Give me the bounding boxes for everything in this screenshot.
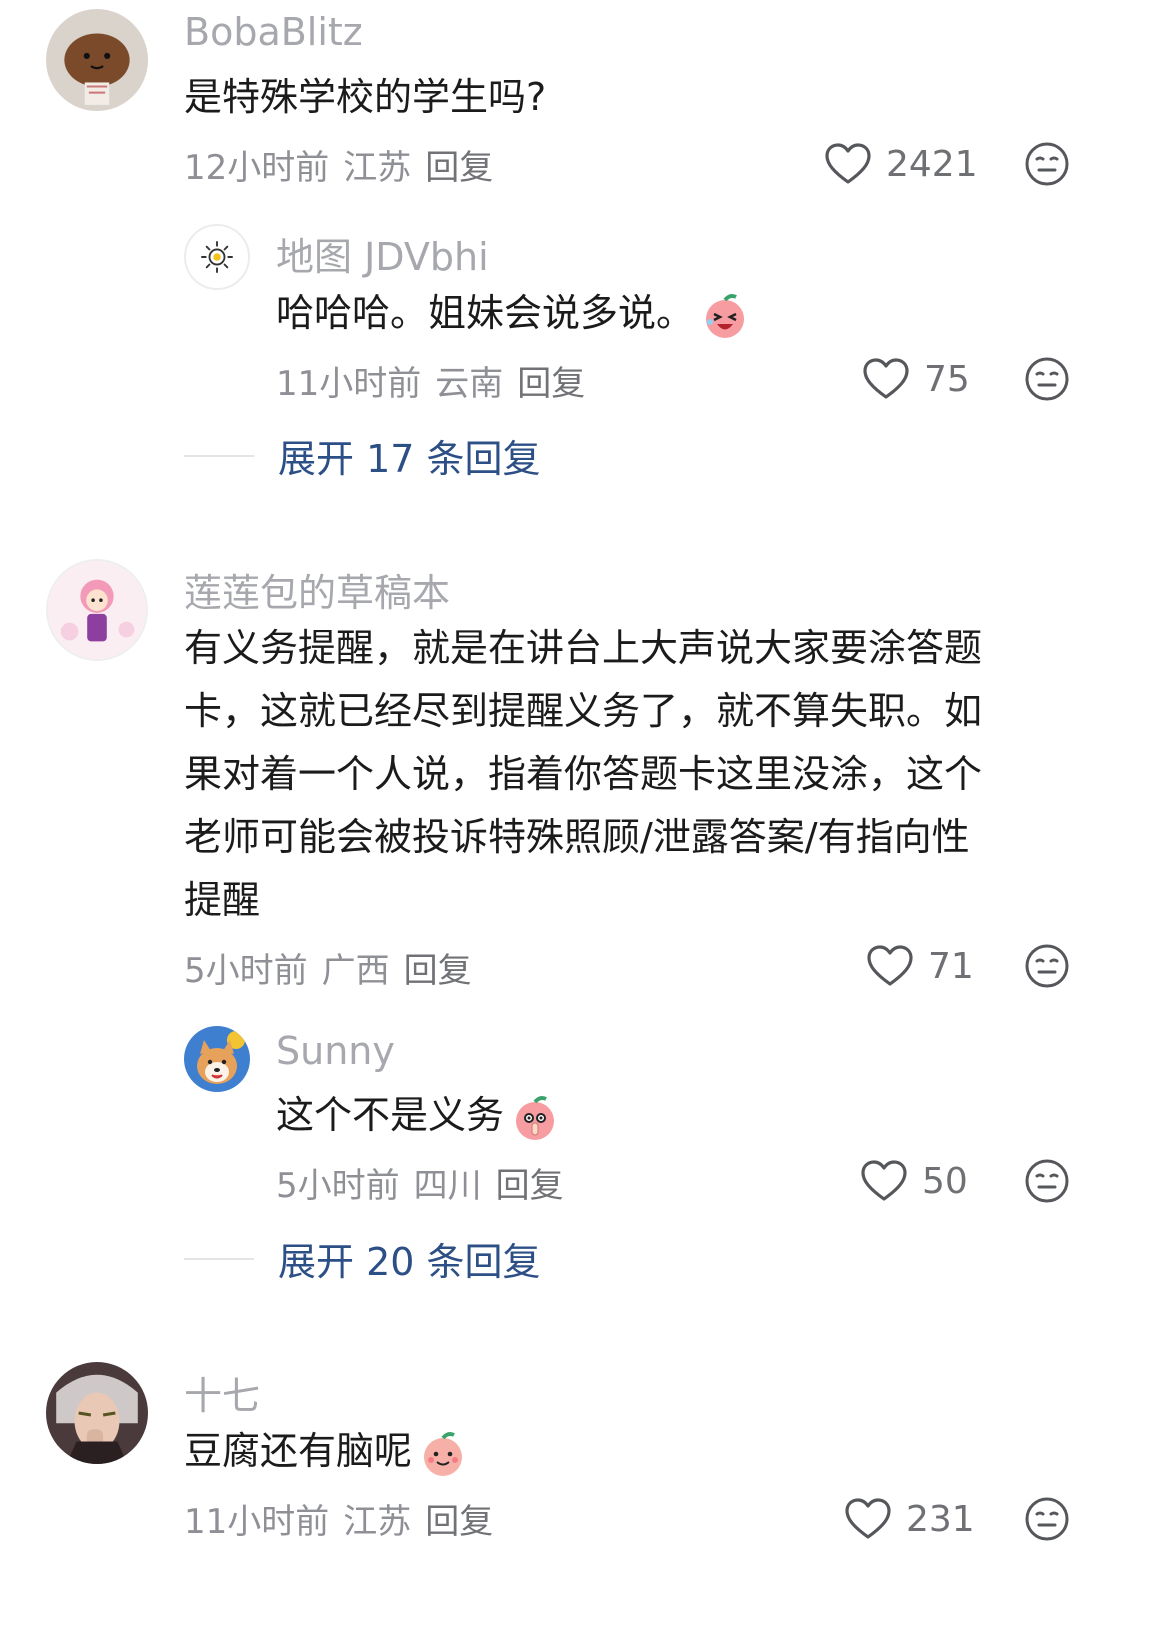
comment-username[interactable]: BobaBlitz: [184, 10, 363, 54]
smiling-peach-emoji: [418, 1429, 468, 1479]
reply-button[interactable]: 回复: [496, 1166, 564, 1206]
reply-username[interactable]: 地图 JDVbhi: [276, 226, 489, 281]
meh-face-icon: [1025, 357, 1069, 401]
reply-button[interactable]: 回复: [404, 951, 472, 991]
heart-icon: [863, 358, 909, 399]
like-button[interactable]: 75: [862, 354, 970, 404]
like-button[interactable]: 231: [844, 1494, 975, 1544]
reply-text: 哈哈哈。姐妹会说多说。: [276, 280, 750, 346]
like-button[interactable]: 2421: [824, 139, 978, 189]
comment-text-line: 提醒: [184, 878, 261, 922]
reply-meta: 11小时前 云南 回复: [276, 356, 585, 405]
comment-username[interactable]: 十七: [184, 1365, 260, 1420]
bread-plush-avatar[interactable]: [46, 9, 148, 111]
comment-time: 12小时前: [184, 148, 330, 188]
sun-avatar[interactable]: [184, 224, 250, 290]
dislike-button[interactable]: [1024, 356, 1070, 402]
comment-location: 江苏: [343, 1502, 412, 1542]
like-count: 50: [922, 1160, 968, 1202]
comment-meta: 12小时前 江苏 回复: [184, 140, 493, 189]
meh-face-icon: [1025, 1497, 1069, 1541]
like-button[interactable]: 71: [866, 941, 974, 991]
reply-button[interactable]: 回复: [425, 1502, 493, 1542]
comment-text-line: 果对着一个人说，指着你答题卡这里没涂，这个: [184, 752, 983, 796]
expand-replies-label: 展开 20 条回复: [278, 1240, 541, 1284]
expand-replies-button[interactable]: 展开 17 条回复: [184, 428, 541, 483]
shiba-dog-avatar[interactable]: [184, 1026, 250, 1092]
meh-face-icon: [1025, 944, 1069, 988]
like-button[interactable]: 50: [860, 1156, 968, 1206]
comment-text: 是特殊学校的学生吗?: [184, 75, 547, 119]
comment-username[interactable]: 莲莲包的草稿本: [184, 562, 450, 617]
dislike-button[interactable]: [1024, 141, 1070, 187]
expand-replies-label: 展开 17 条回复: [278, 437, 541, 481]
heart-icon: [861, 1160, 907, 1201]
dislike-button[interactable]: [1024, 1496, 1070, 1542]
shushing-peach-emoji: [510, 1093, 560, 1143]
reply-meta: 5小时前 四川 回复: [276, 1158, 564, 1207]
reply-text: 这个不是义务: [276, 1082, 560, 1148]
dislike-button[interactable]: [1024, 943, 1070, 989]
comment-text-line: 有义务提醒，就是在讲台上大声说大家要涂答题: [184, 626, 983, 670]
heart-icon: [825, 143, 871, 184]
reply-username[interactable]: Sunny: [276, 1029, 395, 1073]
comment-location: 广西: [321, 951, 390, 991]
reply-location: 云南: [435, 364, 504, 404]
anime-character-avatar[interactable]: [46, 1362, 148, 1464]
comment-text-content: 豆腐还有脑呢: [184, 1429, 413, 1473]
pink-cartoon-girl-avatar[interactable]: [46, 559, 148, 661]
heart-icon: [867, 945, 913, 986]
comment-text-line: 老师可能会被投诉特殊照顾/泄露答案/有指向性: [184, 815, 970, 859]
heart-icon: [845, 1498, 891, 1539]
reply-button[interactable]: 回复: [517, 364, 585, 404]
meh-face-icon: [1025, 1159, 1069, 1203]
comment-time: 11小时前: [184, 1502, 330, 1542]
comment-location: 江苏: [343, 148, 412, 188]
laughing-peach-emoji: [700, 291, 750, 341]
like-count: 75: [924, 358, 970, 400]
expand-replies-button[interactable]: 展开 20 条回复: [184, 1231, 541, 1286]
comment-time: 5小时前: [184, 951, 308, 991]
like-count: 231: [906, 1498, 975, 1540]
comment-text: 豆腐还有脑呢: [184, 1418, 468, 1484]
reply-time: 5小时前: [276, 1166, 400, 1206]
divider: [184, 454, 254, 457]
comment-meta: 5小时前 广西 回复: [184, 943, 472, 992]
like-count: 71: [928, 945, 974, 987]
reply-text-content: 哈哈哈。姐妹会说多说。: [276, 291, 695, 335]
reply-button[interactable]: 回复: [425, 148, 493, 188]
comment-text-line: 卡，这就已经尽到提醒义务了，就不算失职。如: [184, 689, 983, 733]
divider: [184, 1257, 254, 1260]
reply-text-content: 这个不是义务: [276, 1093, 505, 1137]
dislike-button[interactable]: [1024, 1158, 1070, 1204]
comment-meta: 11小时前 江苏 回复: [184, 1494, 493, 1543]
meh-face-icon: [1025, 142, 1069, 186]
reply-time: 11小时前: [276, 364, 422, 404]
like-count: 2421: [886, 143, 978, 185]
reply-location: 四川: [413, 1166, 482, 1206]
